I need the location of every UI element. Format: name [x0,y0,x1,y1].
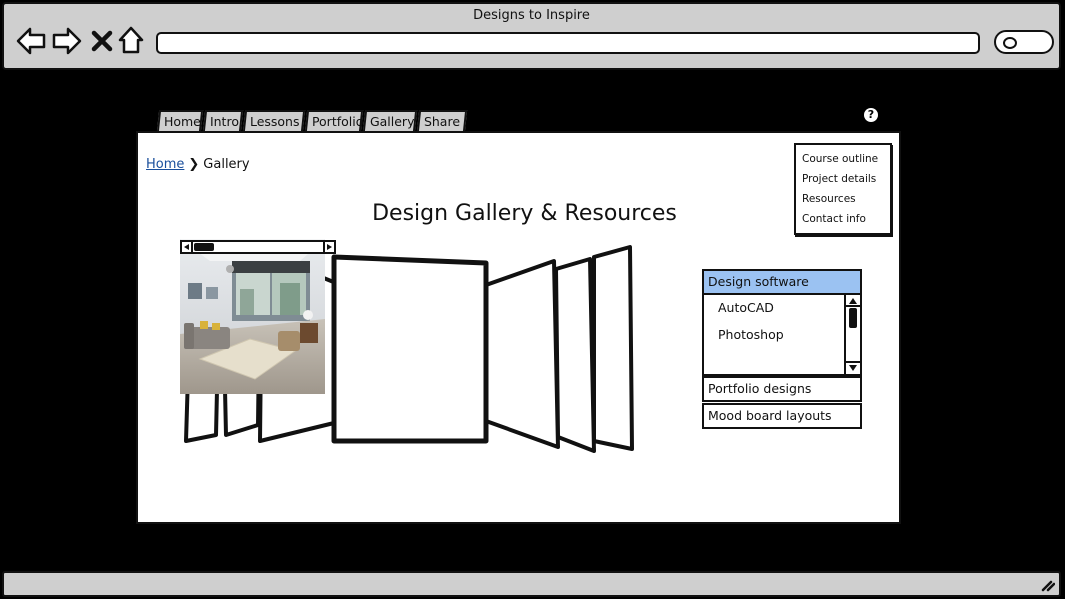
scroll-down-arrow-icon [849,365,857,371]
side-link-box: Course outline Project details Resources… [794,143,892,235]
chevron-right-icon: ❯ [188,157,200,172]
link-resources[interactable]: Resources [802,189,884,209]
help-icon[interactable]: ? [864,108,878,122]
tab-lessons[interactable]: Lessons [242,110,306,132]
browser-toolbar: Designs to Inspire [2,2,1061,70]
accordion-portfolio-designs[interactable]: Portfolio designs [702,376,862,402]
gallery-card-right-3 [592,245,634,451]
status-bar [2,571,1061,597]
breadcrumb-home-link[interactable]: Home [146,157,184,172]
gallery-card-right-2 [554,257,596,453]
list-item-photoshop[interactable]: Photoshop [718,327,784,342]
home-icon[interactable] [116,24,146,58]
cover-flow-gallery[interactable] [180,239,640,459]
tab-portfolio[interactable]: Portfolio [304,110,363,132]
forward-arrow-icon[interactable] [50,24,84,58]
content-panel: Home ❯ Gallery Design Gallery & Resources … [136,131,901,524]
back-arrow-icon[interactable] [14,24,48,58]
breadcrumb-current: Gallery [203,157,250,172]
link-contact-info[interactable]: Contact info [802,209,884,229]
search-field[interactable] [994,30,1054,54]
window-title: Designs to Inspire [473,8,590,23]
list-scrollbar[interactable] [844,295,860,374]
breadcrumb: Home ❯ Gallery [146,157,250,172]
tab-intro[interactable]: Intro [202,110,244,132]
scroll-up-arrow-icon [849,298,857,304]
accordion-design-software-list: AutoCAD Photoshop [702,295,862,376]
scroll-thumb [194,243,214,251]
scroll-thumb [849,308,857,328]
tab-share[interactable]: Share [416,110,468,132]
accordion-mood-board-layouts[interactable]: Mood board layouts [702,403,862,429]
tab-gallery[interactable]: Gallery [362,110,418,132]
list-item-autocad[interactable]: AutoCAD [718,300,774,315]
close-icon[interactable] [88,24,116,58]
living-room-photo[interactable] [180,239,325,394]
gallery-card-right-1 [484,259,560,449]
tab-home[interactable]: Home [156,110,204,132]
gallery-card-center [331,254,489,444]
resource-accordion: Design software AutoCAD Photoshop Portfo… [702,269,862,429]
link-project-details[interactable]: Project details [802,169,884,189]
search-icon [1003,37,1017,49]
accordion-design-software[interactable]: Design software [702,269,862,295]
resize-grip-icon[interactable] [1039,576,1055,592]
gallery-scrollbar[interactable] [180,239,336,255]
link-course-outline[interactable]: Course outline [802,149,884,169]
address-bar[interactable] [156,32,980,54]
